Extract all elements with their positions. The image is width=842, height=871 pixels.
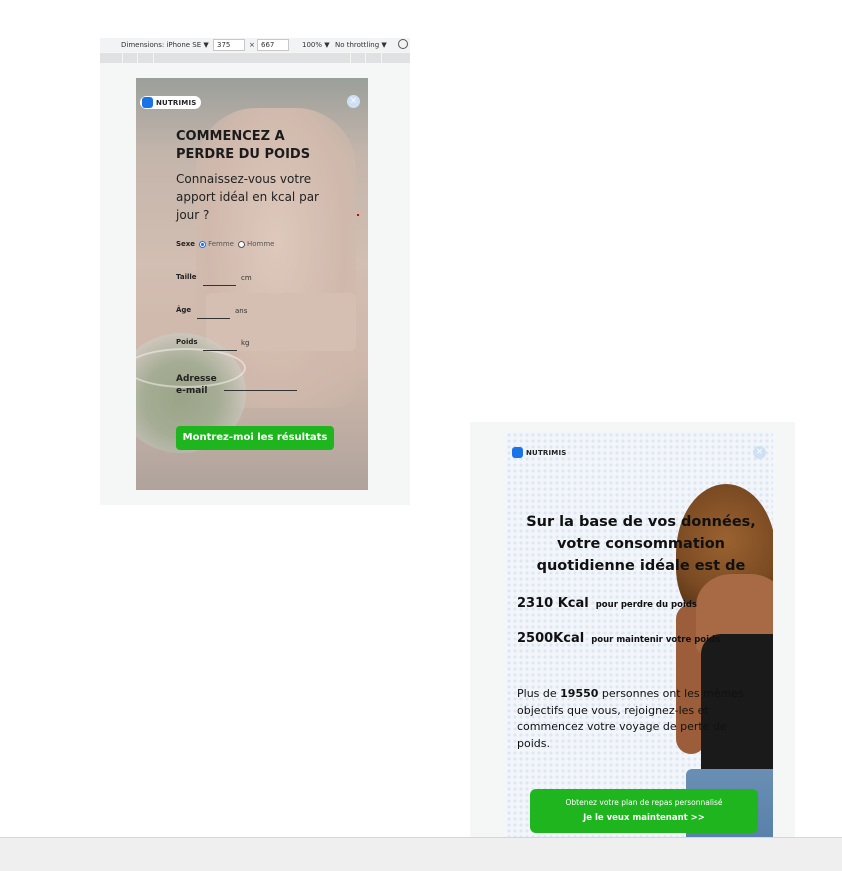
radio-femme-label[interactable]: Femme: [208, 240, 234, 248]
results-popup: NUTRIMIS × Sur la base de vos données, v…: [506, 432, 773, 837]
bottom-panel: [0, 837, 842, 871]
show-results-button[interactable]: Montrez-moi les résultats: [176, 426, 334, 450]
logo-icon: [142, 97, 153, 108]
kcal-maintain-value: 2500Kcal: [517, 631, 585, 646]
results-headline: Sur la base de vos données, votre consom…: [526, 514, 756, 574]
devtools-device-frame: Dimensions: iPhone SE ▼ 375 × 667 100% ▼…: [100, 38, 410, 505]
age-field: Âge ans: [176, 306, 247, 319]
zoom-select[interactable]: 100% ▼: [302, 41, 330, 49]
kcal-lose-label: pour perdre du poids: [595, 600, 697, 610]
logo-text: NUTRIMIS: [526, 448, 567, 457]
kcal-maintain-row: 2500Kcal pour maintenir votre poids: [517, 631, 720, 646]
device-height-input[interactable]: 667: [257, 39, 289, 51]
logo-text: NUTRIMIS: [156, 98, 197, 107]
media-query-ruler: [100, 53, 410, 63]
social-proof-count: 19550: [560, 687, 599, 700]
cta-line2[interactable]: Je le veux maintenant >>: [530, 813, 758, 823]
kcal-lose-value: 2310 Kcal: [517, 596, 589, 611]
weight-input[interactable]: [203, 350, 237, 351]
decorative-dot: [357, 214, 359, 216]
page: Dimensions: iPhone SE ▼ 375 × 667 100% ▼…: [0, 0, 842, 871]
radio-femme[interactable]: [199, 240, 207, 248]
kcal-lose-row: 2310 Kcal pour perdre du poids: [517, 596, 697, 611]
sex-label: Sexe: [176, 240, 196, 248]
rotate-icon[interactable]: [398, 39, 408, 49]
age-unit: ans: [235, 307, 248, 315]
close-icon[interactable]: ×: [347, 95, 360, 108]
age-label: Âge: [176, 306, 192, 314]
social-proof-before: Plus de: [517, 687, 561, 700]
nutrimis-logo: NUTRIMIS: [140, 96, 201, 109]
height-field: Taille cm: [176, 273, 252, 286]
close-icon[interactable]: ×: [753, 446, 766, 459]
weight-field: Poids kg: [176, 338, 250, 351]
kcal-maintain-label: pour maintenir votre poids: [591, 635, 721, 645]
get-meal-plan-button[interactable]: Obtenez votre plan de repas personnalisé…: [530, 789, 758, 833]
email-label-line1: Adresse: [176, 374, 217, 384]
weight-unit: kg: [241, 339, 250, 347]
throttle-select[interactable]: No throttling ▼: [335, 41, 387, 49]
device-dimensions-select[interactable]: Dimensions: iPhone SE ▼: [121, 41, 209, 49]
email-label-line2: e-mail: [176, 386, 208, 396]
height-input[interactable]: [203, 285, 236, 286]
popup-subheadline: Connaissez-vous votre apport idéal en kc…: [176, 172, 319, 222]
height-unit: cm: [241, 274, 252, 282]
social-proof-text: Plus de 19550 personnes ont les mêmes ob…: [517, 686, 747, 752]
results-frame: NUTRIMIS × Sur la base de vos données, v…: [470, 422, 795, 837]
radio-homme-label[interactable]: Homme: [247, 240, 275, 248]
age-input[interactable]: [197, 318, 230, 319]
devtools-toolbar: Dimensions: iPhone SE ▼ 375 × 667 100% ▼…: [100, 38, 410, 52]
device-width-input[interactable]: 375: [213, 39, 245, 51]
email-field: Adresse e-mail: [176, 373, 326, 397]
times-separator: ×: [249, 41, 255, 49]
nutrimis-logo: NUTRIMIS: [510, 446, 571, 459]
sex-radio-group: Sexe Femme Homme: [176, 240, 276, 248]
popup-headline: COMMENCEZ A PERDRE DU POIDS: [176, 129, 311, 162]
email-input[interactable]: [224, 390, 297, 391]
signup-popup: NUTRIMIS × COMMENCEZ A PERDRE DU POIDS C…: [136, 78, 368, 490]
height-label: Taille: [176, 273, 197, 281]
logo-icon: [512, 447, 523, 458]
radio-homme[interactable]: [237, 240, 245, 248]
cta-line1[interactable]: Obtenez votre plan de repas personnalisé: [530, 798, 758, 807]
weight-label: Poids: [176, 338, 198, 346]
